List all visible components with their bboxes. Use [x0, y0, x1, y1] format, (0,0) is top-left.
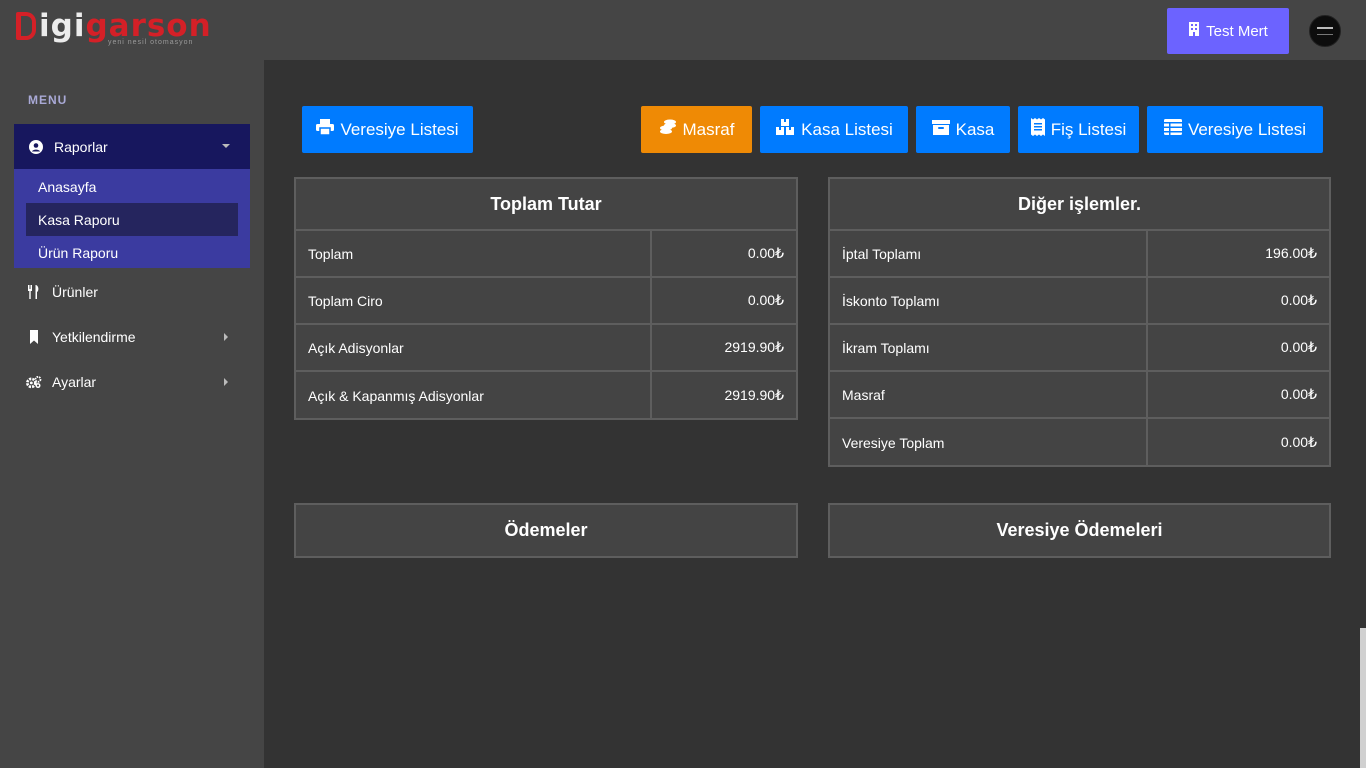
- print-icon: [316, 119, 335, 140]
- sidebar-item-ayarlar[interactable]: Ayarlar: [14, 359, 250, 404]
- sidebar-item-urun-raporu[interactable]: Ürün Raporu: [26, 236, 238, 269]
- row-label: Veresiye Toplam: [830, 419, 1148, 466]
- table-row: İkram Toplamı 0.00₺: [830, 325, 1329, 372]
- table-row: Masraf 0.00₺: [830, 372, 1329, 419]
- button-label: Kasa: [955, 119, 995, 139]
- print-veresiye-listesi-button[interactable]: Veresiye Listesi: [302, 106, 473, 153]
- chevron-right-icon: [224, 378, 228, 386]
- table-row: İptal Toplamı 196.00₺: [830, 231, 1329, 278]
- scrollbar-thumb[interactable]: [1360, 628, 1366, 768]
- button-label: Veresiye Listesi: [340, 119, 459, 139]
- sidebar-item-label: Kasa Raporu: [38, 211, 120, 228]
- table-row: Toplam Ciro 0.00₺: [296, 278, 796, 325]
- toplam-tutar-panel: Toplam Tutar Toplam 0.00₺ Toplam Ciro 0.…: [294, 177, 798, 420]
- user-circle-icon: [28, 139, 44, 155]
- row-label: İkram Toplamı: [830, 325, 1148, 370]
- row-value: 0.00₺: [1280, 386, 1317, 402]
- button-label: Masraf: [682, 119, 735, 139]
- sidebar-item-urunler[interactable]: Ürünler: [14, 269, 250, 314]
- utensils-icon: [26, 284, 42, 300]
- coins-icon: [659, 119, 677, 140]
- veresiye-odemeleri-panel: Veresiye Ödemeleri: [828, 503, 1331, 558]
- sidebar-item-label: Anasayfa: [38, 178, 97, 195]
- logo-tagline: yeni nesil otomasyon: [108, 39, 194, 46]
- top-bar: igi garson yeni nesil otomasyon Test Mer…: [0, 0, 1366, 60]
- digigarson-logo[interactable]: igi garson yeni nesil otomasyon: [16, 10, 212, 50]
- sidebar-item-anasayfa[interactable]: Anasayfa: [26, 170, 238, 203]
- row-value: 0.00₺: [747, 292, 784, 308]
- archive-icon: [931, 119, 950, 140]
- fis-listesi-button[interactable]: Fiş Listesi: [1018, 106, 1139, 153]
- diger-islemler-panel: Diğer işlemler. İptal Toplamı 196.00₺ İs…: [828, 177, 1331, 467]
- row-label: Masraf: [830, 372, 1148, 417]
- sidebar: MENU Raporlar Anasayfa Kasa Raporu Ürün …: [0, 60, 264, 768]
- odemeler-panel: Ödemeler: [294, 503, 798, 558]
- row-value: 196.00₺: [1265, 245, 1317, 261]
- row-label: Toplam Ciro: [296, 278, 652, 323]
- table-row: İskonto Toplamı 0.00₺: [830, 278, 1329, 325]
- logo-text-red: garson: [85, 8, 212, 44]
- sidebar-item-yetkilendirme[interactable]: Yetkilendirme: [14, 314, 250, 359]
- row-value: 0.00₺: [1280, 292, 1317, 308]
- building-icon: [1188, 22, 1200, 40]
- submenu-raporlar: Anasayfa Kasa Raporu Ürün Raporu: [14, 169, 250, 268]
- menu-label: MENU: [28, 93, 68, 107]
- table-row: Toplam 0.00₺: [296, 231, 796, 278]
- kasa-button[interactable]: Kasa: [916, 106, 1010, 153]
- sidebar-item-label: Ürünler: [52, 283, 98, 300]
- row-label: İptal Toplamı: [830, 231, 1148, 276]
- table-icon: [1163, 119, 1182, 140]
- row-value: 0.00₺: [747, 245, 784, 261]
- panel-title: Ödemeler: [504, 520, 588, 540]
- avatar-icon[interactable]: [1309, 15, 1341, 47]
- row-value: 2919.90₺: [724, 339, 784, 355]
- boxes-icon: [775, 119, 795, 140]
- row-value: 0.00₺: [1280, 339, 1317, 355]
- logo-d-mark: [16, 12, 36, 40]
- sidebar-item-label: Ürün Raporu: [38, 244, 119, 261]
- sidebar-item-kasa-raporu[interactable]: Kasa Raporu: [26, 203, 238, 236]
- gears-icon: [26, 374, 42, 390]
- nav-group-raporlar: Raporlar Anasayfa Kasa Raporu Ürün Rapor…: [14, 124, 250, 268]
- row-label: Açık Adisyonlar: [296, 325, 652, 370]
- masraf-button[interactable]: Masraf: [641, 106, 752, 153]
- panel-title: Toplam Tutar: [296, 179, 796, 231]
- chevron-down-icon: [222, 144, 230, 148]
- sidebar-item-label: Raporlar: [54, 138, 108, 155]
- receipt-icon: [1030, 118, 1045, 141]
- button-label: Kasa Listesi: [801, 119, 893, 139]
- table-row: Veresiye Toplam 0.00₺: [830, 419, 1329, 466]
- user-button[interactable]: Test Mert: [1167, 8, 1289, 54]
- table-row: Açık & Kapanmış Adisyonlar 2919.90₺: [296, 372, 796, 419]
- panel-title: Veresiye Ödemeleri: [996, 520, 1163, 540]
- kasa-listesi-button[interactable]: Kasa Listesi: [760, 106, 908, 153]
- logo-text-white: igi: [39, 8, 86, 44]
- user-name: Test Mert: [1206, 22, 1268, 40]
- row-label: Toplam: [296, 231, 652, 276]
- row-value: 0.00₺: [1280, 434, 1317, 450]
- row-value: 2919.90₺: [724, 387, 784, 403]
- veresiye-listesi-button[interactable]: Veresiye Listesi: [1147, 106, 1323, 153]
- row-label: Açık & Kapanmış Adisyonlar: [296, 372, 652, 419]
- bookmark-icon: [26, 329, 42, 345]
- sidebar-item-label: Yetkilendirme: [52, 328, 136, 345]
- sidebar-item-label: Ayarlar: [52, 373, 97, 390]
- row-label: İskonto Toplamı: [830, 278, 1148, 323]
- table-row: Açık Adisyonlar 2919.90₺: [296, 325, 796, 372]
- chevron-right-icon: [224, 333, 228, 341]
- button-label: Fiş Listesi: [1050, 119, 1127, 139]
- button-label: Veresiye Listesi: [1187, 119, 1307, 139]
- panel-title: Diğer işlemler.: [830, 179, 1329, 231]
- sidebar-item-raporlar[interactable]: Raporlar: [14, 124, 250, 169]
